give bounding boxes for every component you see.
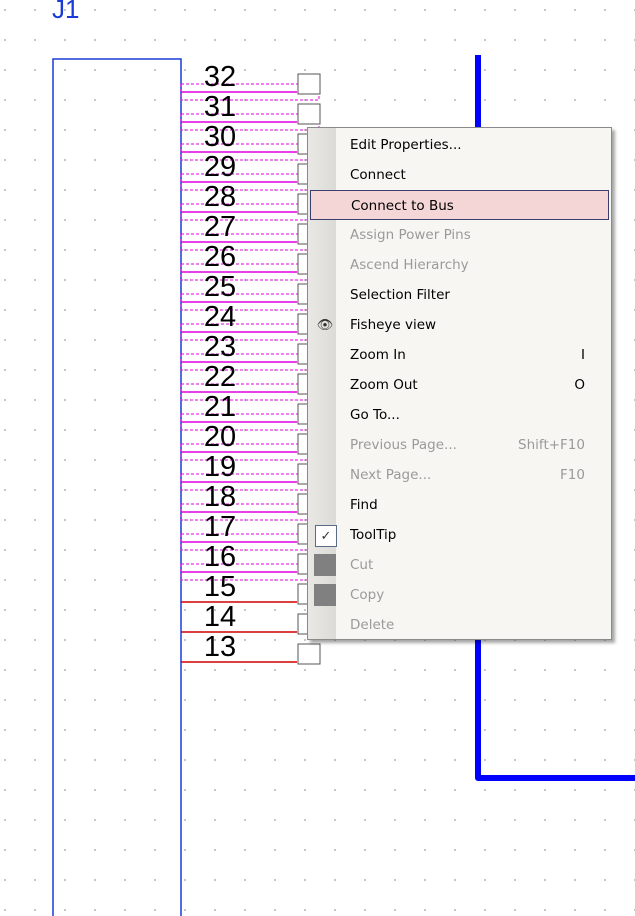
menu-item-label: Cut [350,557,374,573]
menu-item-label: Next Page... [350,467,432,483]
menu-item-ascend-hierarchy: Ascend Hierarchy [310,250,609,280]
menu-item-label: Copy [350,587,385,603]
eye-icon: 👁 [316,317,334,333]
menu-item-zoom-in[interactable]: Zoom In I [310,340,609,370]
menu-item-label: Assign Power Pins [350,227,471,243]
menu-item-label: Selection Filter [350,287,450,303]
menu-item-label: Ascend Hierarchy [350,257,469,273]
menu-item-label: Edit Properties... [350,137,462,153]
pin-connection-box [297,73,321,95]
menu-item-zoom-out[interactable]: Zoom Out O [310,370,609,400]
menu-item-label: Go To... [350,407,400,423]
pin-number-label: 24 [203,301,237,333]
cut-icon [314,554,336,576]
pin-number-label: 17 [203,511,237,543]
menu-item-shortcut: F10 [560,467,585,483]
pin-number-label: 28 [203,181,237,213]
menu-item-label: Find [350,497,378,513]
pin-number-label: 23 [203,331,237,363]
pin-number-label: 30 [203,121,237,153]
menu-item-connect-to-bus[interactable]: Connect to Bus [310,190,609,220]
menu-item-delete: Delete [310,610,609,640]
pin-number-label: 13 [203,631,237,663]
menu-item-label: Connect to Bus [351,198,454,214]
part-reference-label[interactable]: J1 [52,0,79,22]
menu-item-fisheye-view[interactable]: 👁 Fisheye view [310,310,609,340]
pin-connection-box [297,643,321,665]
menu-item-label: Zoom In [350,347,406,363]
menu-item-go-to[interactable]: Go To... [310,400,609,430]
menu-item-label: Delete [350,617,395,633]
check-icon: ✓ [315,525,337,547]
pin-number-label: 15 [203,571,237,603]
menu-item-label: Previous Page... [350,437,457,453]
pin-number-label: 29 [203,151,237,183]
menu-item-shortcut: Shift+F10 [518,437,585,453]
pin-number-label: 16 [203,541,237,573]
menu-item-edit-properties[interactable]: Edit Properties... [310,130,609,160]
pin-number-label: 14 [203,601,237,633]
menu-item-connect[interactable]: Connect [310,160,609,190]
pin-number-label: 26 [203,241,237,273]
menu-item-assign-power-pins: Assign Power Pins [310,220,609,250]
part-body-outline [52,58,182,916]
pin-connection-box [297,103,321,125]
menu-item-shortcut: I [581,347,585,363]
menu-item-shortcut: O [574,377,585,393]
menu-item-previous-page: Previous Page... Shift+F10 [310,430,609,460]
menu-item-label: Zoom Out [350,377,418,393]
pin-number-label: 32 [203,61,237,93]
context-menu: Edit Properties... Connect Connect to Bus A… [307,127,612,640]
pin-number-label: 21 [203,391,237,423]
pin-number-label: 18 [203,481,237,513]
pin-number-label: 22 [203,361,237,393]
menu-item-label: ToolTip [350,527,397,543]
menu-item-selection-filter[interactable]: Selection Filter [310,280,609,310]
menu-item-cut: Cut [310,550,609,580]
menu-item-label: Connect [350,167,406,183]
menu-item-copy: Copy [310,580,609,610]
pin-number-label: 25 [203,271,237,303]
pin-number-label: 27 [203,211,237,243]
menu-item-next-page: Next Page... F10 [310,460,609,490]
menu-item-label: Fisheye view [350,317,437,333]
pin-number-label: 19 [203,451,237,483]
pin-number-label: 31 [203,91,237,123]
menu-item-tooltip[interactable]: ✓ ToolTip [310,520,609,550]
copy-icon [314,584,336,606]
pin-number-label: 20 [203,421,237,453]
menu-item-find[interactable]: Find [310,490,609,520]
